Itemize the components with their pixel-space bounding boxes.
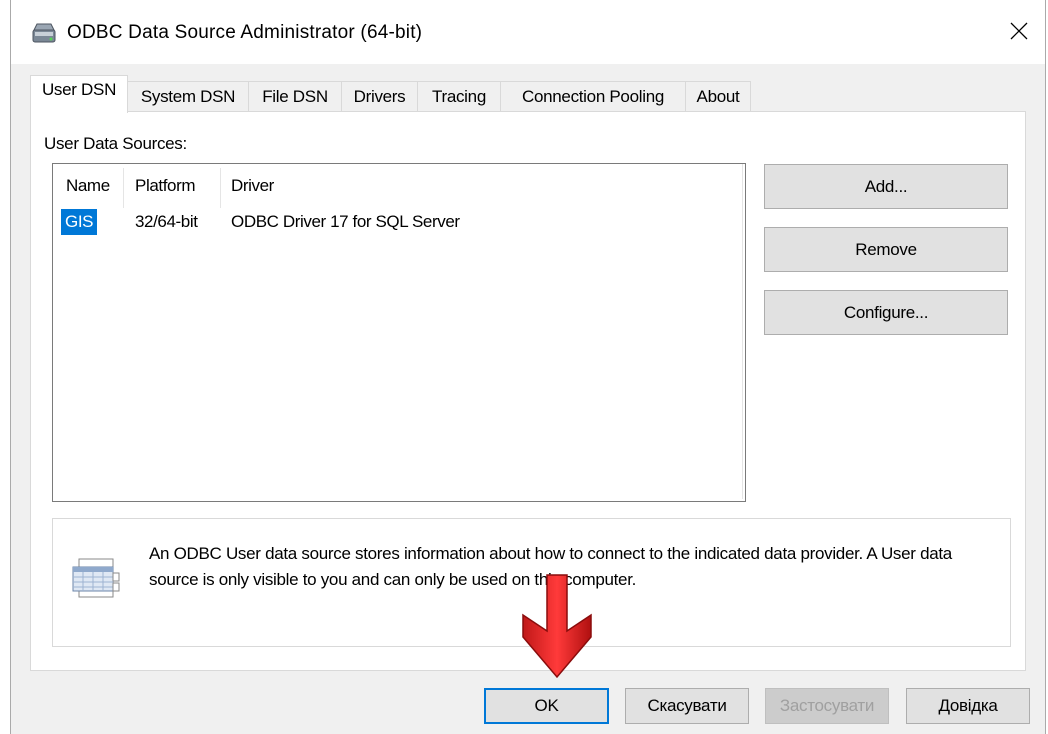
user-data-sources-label: User Data Sources: (44, 134, 187, 153)
red-arrow-down-icon (522, 574, 592, 679)
apply-button[interactable]: Застосувати (765, 688, 889, 724)
column-separator (123, 168, 124, 208)
cell-platform[interactable]: 32/64-bit (135, 212, 198, 232)
tab-connection-pooling[interactable]: Connection Pooling (500, 81, 686, 112)
ok-button[interactable]: OK (484, 688, 609, 724)
tab-about[interactable]: About (685, 81, 751, 112)
column-separator (220, 168, 221, 208)
remove-button[interactable]: Remove (764, 227, 1008, 272)
tab-file-dsn[interactable]: File DSN (248, 81, 342, 112)
data-source-info-icon (72, 558, 120, 598)
tab-tracing[interactable]: Tracing (417, 81, 501, 112)
configure-button[interactable]: Configure... (764, 290, 1008, 335)
cell-driver[interactable]: ODBC Driver 17 for SQL Server (231, 212, 460, 232)
cancel-button[interactable]: Скасувати (625, 688, 749, 724)
odbc-admin-window: ODBC Data Source Administrator (64-bit) … (10, 0, 1046, 734)
list-right-edge (742, 164, 743, 499)
cell-name[interactable]: GIS (61, 209, 98, 235)
tab-system-dsn[interactable]: System DSN (127, 81, 249, 112)
close-button[interactable] (993, 8, 1045, 54)
title-bar: ODBC Data Source Administrator (64-bit) (11, 0, 1045, 64)
tab-user-dsn[interactable]: User DSN (30, 75, 128, 113)
column-header-platform[interactable]: Platform (135, 176, 195, 196)
column-header-name[interactable]: Name (66, 176, 110, 196)
add-button[interactable]: Add... (764, 164, 1008, 209)
tab-drivers[interactable]: Drivers (341, 81, 418, 112)
help-button[interactable]: Довідка (906, 688, 1030, 724)
odbc-admin-icon (32, 23, 56, 43)
window-title: ODBC Data Source Administrator (64-bit) (67, 22, 423, 43)
close-icon (1010, 22, 1028, 40)
column-header-driver[interactable]: Driver (231, 176, 274, 196)
data-sources-list[interactable]: Name Platform Driver GIS 32/64-bit ODBC … (52, 163, 746, 502)
